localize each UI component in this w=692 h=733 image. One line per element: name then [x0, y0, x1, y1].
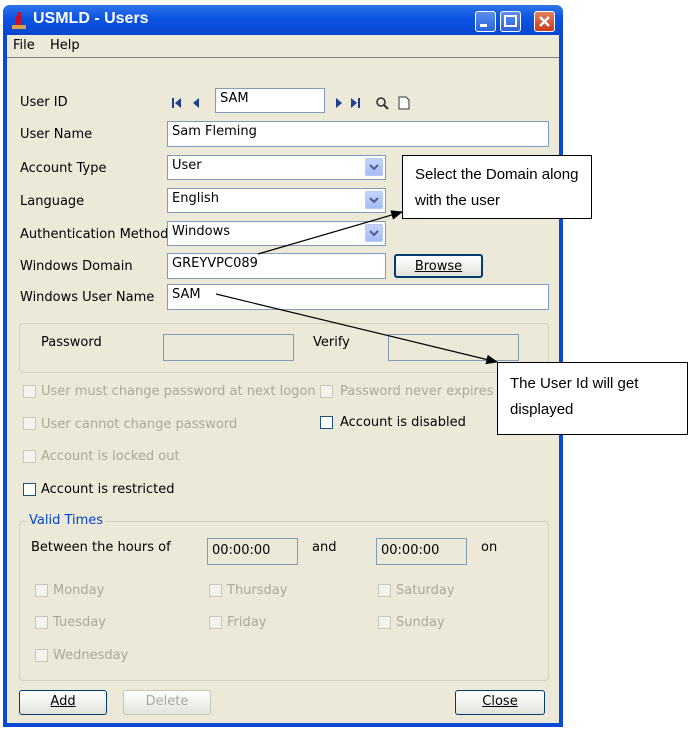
- thursday-checkbox[interactable]: [209, 584, 222, 597]
- menu-help[interactable]: Help: [50, 38, 80, 53]
- nav-tools: [336, 96, 410, 110]
- chevron-down-icon: [369, 164, 379, 171]
- callout-domain: Select the Domain along with the user: [402, 155, 592, 219]
- close-window-button[interactable]: [534, 11, 555, 32]
- new-document-icon: [398, 96, 410, 110]
- next-record-icon: [336, 98, 342, 108]
- monday-label: Monday: [53, 583, 105, 598]
- user-id-input[interactable]: SAM: [215, 88, 325, 113]
- wednesday-label: Wednesday: [53, 648, 129, 663]
- account-restricted-label: Account is restricted: [41, 482, 175, 497]
- app-icon: [12, 12, 26, 29]
- password-input[interactable]: [163, 334, 294, 361]
- time-from-input[interactable]: 00:00:00: [207, 538, 298, 565]
- search-icon: [376, 97, 386, 107]
- auth-method-select[interactable]: Windows: [167, 221, 386, 246]
- account-restricted-checkbox[interactable]: [23, 483, 36, 496]
- tuesday-checkbox[interactable]: [35, 616, 48, 629]
- dropdown-button[interactable]: [365, 224, 383, 242]
- wednesday-checkbox[interactable]: [35, 649, 48, 662]
- friday-checkbox[interactable]: [209, 616, 222, 629]
- cannot-change-label: User cannot change password: [41, 417, 238, 432]
- on-label: on: [481, 540, 498, 555]
- sunday-checkbox[interactable]: [378, 616, 391, 629]
- chevron-down-icon: [369, 197, 379, 204]
- auth-method-label: Authentication Method: [20, 227, 169, 242]
- saturday-checkbox[interactable]: [378, 584, 391, 597]
- language-select[interactable]: English: [167, 188, 386, 213]
- maximize-button[interactable]: [500, 11, 521, 32]
- never-expires-checkbox[interactable]: [320, 385, 333, 398]
- user-name-input[interactable]: Sam Fleming: [167, 121, 549, 147]
- dropdown-button[interactable]: [365, 191, 383, 209]
- chevron-down-icon: [369, 230, 379, 237]
- account-type-label: Account Type: [20, 161, 107, 176]
- window-title: USMLD - Users: [33, 10, 149, 27]
- cannot-change-checkbox[interactable]: [23, 417, 36, 430]
- verify-input[interactable]: [388, 334, 519, 361]
- add-button[interactable]: Add: [19, 690, 107, 715]
- valid-times-title: Valid Times: [27, 513, 106, 528]
- and-label: and: [312, 540, 337, 555]
- users-window: USMLD - Users File Help User ID SAM User…: [3, 5, 563, 727]
- account-disabled-label: Account is disabled: [340, 415, 466, 430]
- nav-first-prev-icons: [172, 98, 199, 108]
- verify-label: Verify: [313, 335, 350, 350]
- windows-domain-label: Windows Domain: [20, 259, 133, 274]
- language-label: Language: [20, 194, 85, 209]
- sunday-label: Sunday: [396, 615, 445, 630]
- minimize-icon: [480, 24, 487, 27]
- maximize-icon: [504, 15, 517, 27]
- dialog-body: File Help User ID SAM User Name Sam Flem…: [7, 35, 559, 723]
- user-name-label: User Name: [20, 127, 93, 142]
- close-button[interactable]: Close: [455, 690, 545, 715]
- menu-bar: File Help: [7, 35, 559, 58]
- dropdown-button[interactable]: [365, 158, 383, 176]
- locked-out-checkbox[interactable]: [23, 450, 36, 463]
- windows-domain-input[interactable]: GREYVPC089: [167, 253, 386, 279]
- account-disabled-checkbox[interactable]: [320, 416, 333, 429]
- account-type-select[interactable]: User: [167, 155, 386, 180]
- callout-userid: The User Id will get displayed: [497, 362, 688, 435]
- thursday-label: Thursday: [227, 583, 288, 598]
- must-change-checkbox[interactable]: [23, 385, 36, 398]
- time-to-input[interactable]: 00:00:00: [376, 538, 467, 565]
- windows-user-input[interactable]: SAM: [167, 284, 549, 310]
- windows-user-label: Windows User Name: [20, 290, 155, 305]
- must-change-label: User must change password at next logon: [41, 384, 316, 399]
- first-record-icon: [172, 98, 174, 108]
- never-expires-label: Password never expires: [340, 384, 494, 399]
- minimize-button[interactable]: [475, 11, 496, 32]
- saturday-label: Saturday: [396, 583, 455, 598]
- browse-button[interactable]: Browse: [394, 254, 483, 278]
- user-id-label: User ID: [20, 95, 68, 110]
- previous-record-icon: [193, 98, 199, 108]
- friday-label: Friday: [227, 615, 267, 630]
- last-record-icon: [351, 98, 357, 108]
- between-hours-label: Between the hours of: [31, 540, 171, 555]
- delete-button[interactable]: Delete: [123, 690, 211, 715]
- menu-file[interactable]: File: [13, 38, 35, 53]
- close-icon: [539, 16, 550, 27]
- tuesday-label: Tuesday: [53, 615, 106, 630]
- password-label: Password: [41, 335, 102, 350]
- locked-out-label: Account is locked out: [41, 449, 180, 464]
- monday-checkbox[interactable]: [35, 584, 48, 597]
- title-bar[interactable]: USMLD - Users: [3, 5, 563, 35]
